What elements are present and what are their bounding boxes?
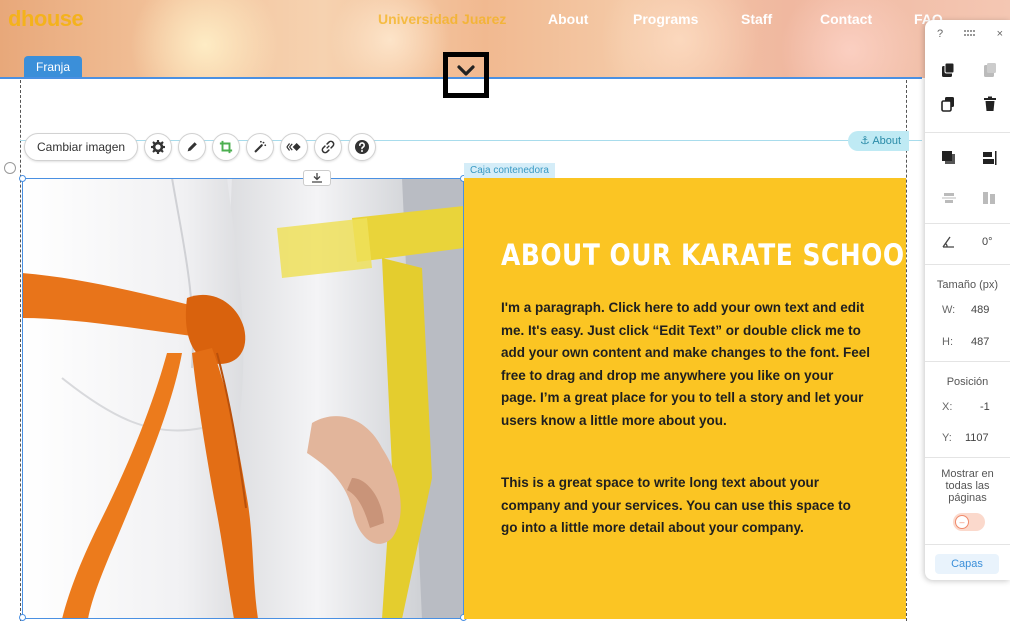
- nav-item-staff[interactable]: Staff: [741, 11, 772, 27]
- x-value[interactable]: -1: [980, 401, 990, 413]
- animation-icon: [286, 143, 301, 151]
- x-label: X:: [942, 401, 953, 413]
- link-button[interactable]: [314, 133, 343, 161]
- help-button[interactable]: [348, 133, 377, 161]
- rotation-value[interactable]: 0°: [982, 236, 993, 248]
- gear-icon: [151, 140, 166, 154]
- height-value[interactable]: 487: [971, 336, 989, 348]
- chevron-down-icon: [457, 65, 475, 76]
- match-size-icon[interactable]: [981, 190, 997, 206]
- arrange-row: [941, 150, 997, 166]
- stretch-handle[interactable]: [303, 170, 331, 186]
- editor-canvas: dhouse Universidad Juarez About Programs…: [0, 0, 1010, 621]
- design-button[interactable]: [178, 133, 207, 161]
- site-header[interactable]: dhouse Universidad Juarez About Programs…: [0, 0, 1010, 78]
- bring-forward-icon[interactable]: [941, 150, 957, 166]
- size-label: Tamaño (px): [936, 279, 999, 291]
- panel-separator: [925, 544, 1010, 545]
- crop-icon: [219, 140, 233, 154]
- nav-item-universidad[interactable]: Universidad Juarez: [378, 11, 506, 27]
- magic-wand-icon: [254, 140, 267, 153]
- width-value[interactable]: 489: [971, 304, 989, 316]
- link-icon: [321, 140, 335, 154]
- effects-button[interactable]: [246, 133, 275, 161]
- settings-button[interactable]: [144, 133, 173, 161]
- duplicate-row: [941, 96, 997, 112]
- resize-handle-bottom-left[interactable]: [19, 614, 26, 621]
- toggle-knob: –: [955, 515, 969, 529]
- rotate-angle-icon[interactable]: [941, 235, 955, 249]
- distribute-icon[interactable]: [941, 190, 957, 206]
- help-question[interactable]: ?: [937, 28, 943, 40]
- distribute-row: [941, 190, 997, 206]
- anchor-badge[interactable]: ⚓ About: [848, 131, 910, 151]
- properties-panel: ? × 0° Tamaño (px) W: 489 H: 487 Posició…: [925, 20, 1010, 580]
- strip-tab[interactable]: Franja: [24, 56, 83, 78]
- collapse-marker[interactable]: [443, 52, 489, 98]
- drag-grip-icon[interactable]: [963, 28, 977, 40]
- nav-item-contact[interactable]: Contact: [820, 11, 872, 27]
- container-label: Caja contenedora: [464, 163, 555, 178]
- change-image-button[interactable]: Cambiar imagen: [24, 133, 139, 161]
- panel-separator: [925, 223, 1010, 224]
- layers-button[interactable]: Capas: [935, 554, 999, 574]
- trash-icon[interactable]: [983, 96, 997, 112]
- height-label: H:: [942, 336, 953, 348]
- anchor-badge-label: About: [872, 135, 902, 147]
- help-icon: [355, 140, 370, 154]
- close-icon[interactable]: ×: [997, 28, 1003, 40]
- pen-icon: [187, 142, 197, 152]
- arrow-down-icon: [312, 173, 322, 183]
- right-guide-line: [906, 80, 907, 621]
- nav-item-programs[interactable]: Programs: [633, 11, 698, 27]
- left-guide-line: [20, 80, 21, 621]
- panel-separator: [925, 457, 1010, 458]
- panel-separator: [925, 264, 1010, 265]
- nav-item-about[interactable]: About: [548, 11, 588, 27]
- paragraph-1[interactable]: I'm a paragraph. Click here to add your …: [501, 297, 871, 432]
- panel-separator: [925, 132, 1010, 133]
- resize-handle-top-left[interactable]: [19, 175, 26, 182]
- anchor-icon: ⚓: [860, 135, 870, 147]
- animation-button[interactable]: [280, 133, 309, 161]
- left-resize-handle[interactable]: [4, 162, 16, 174]
- image-selection-frame: [22, 178, 464, 619]
- panel-separator: [925, 361, 1010, 362]
- panel-header: ? ×: [937, 28, 1003, 40]
- paragraph-2[interactable]: This is a great space to write long text…: [501, 472, 871, 540]
- paste-style-icon[interactable]: [983, 62, 997, 78]
- align-icon[interactable]: [981, 150, 997, 166]
- clipboard-row: [941, 62, 997, 78]
- copy-style-icon[interactable]: [941, 62, 955, 78]
- image-toolbar: Cambiar imagen: [24, 133, 377, 161]
- duplicate-icon[interactable]: [941, 96, 955, 112]
- show-all-pages-toggle[interactable]: –: [953, 513, 985, 531]
- site-nav: Universidad Juarez About Programs Staff …: [0, 11, 1010, 35]
- width-label: W:: [942, 304, 956, 316]
- crop-button[interactable]: [212, 133, 241, 161]
- show-all-pages-label: Mostrar en todas las páginas: [941, 468, 994, 504]
- position-label: Posición: [946, 376, 989, 388]
- y-value[interactable]: 1107: [965, 432, 989, 444]
- section-title[interactable]: ABOUT OUR KARATE SCHOOL: [501, 238, 921, 272]
- y-label: Y:: [942, 432, 952, 444]
